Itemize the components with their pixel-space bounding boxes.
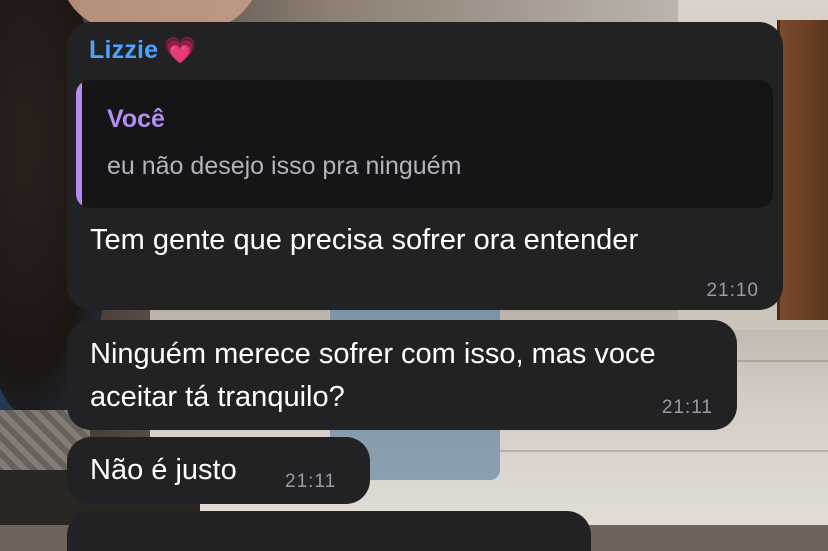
message-timestamp: 21:11 xyxy=(661,397,713,418)
message-text: Não é justo xyxy=(90,454,237,486)
reply-quote[interactable]: Você eu não desejo isso pra ninguém xyxy=(76,80,773,208)
message-text: Ninguém merece sofrer com isso, mas voce… xyxy=(90,338,656,413)
reply-text: eu não desejo isso pra ninguém xyxy=(107,152,462,180)
wallpaper-door xyxy=(777,20,828,320)
message-bubble-partial[interactable] xyxy=(67,511,591,551)
sender-name[interactable]: Lizzie 💗 xyxy=(89,36,197,66)
message-bubble[interactable]: Ninguém merece sofrer com isso, mas voce… xyxy=(67,320,737,430)
sender-name-label: Lizzie xyxy=(89,36,159,64)
reply-author: Você xyxy=(107,105,165,133)
growing-heart-icon: 💗 xyxy=(164,36,197,66)
reply-accent-bar xyxy=(76,80,82,208)
message-bubble[interactable]: Não é justo 21:11 xyxy=(67,437,370,504)
message-text: Tem gente que precisa sofrer ora entende… xyxy=(90,224,639,256)
message-bubble[interactable]: Lizzie 💗 Você eu não desejo isso pra ning… xyxy=(67,22,783,310)
message-timestamp: 21:11 xyxy=(285,471,337,492)
message-timestamp: 21:10 xyxy=(706,280,759,301)
